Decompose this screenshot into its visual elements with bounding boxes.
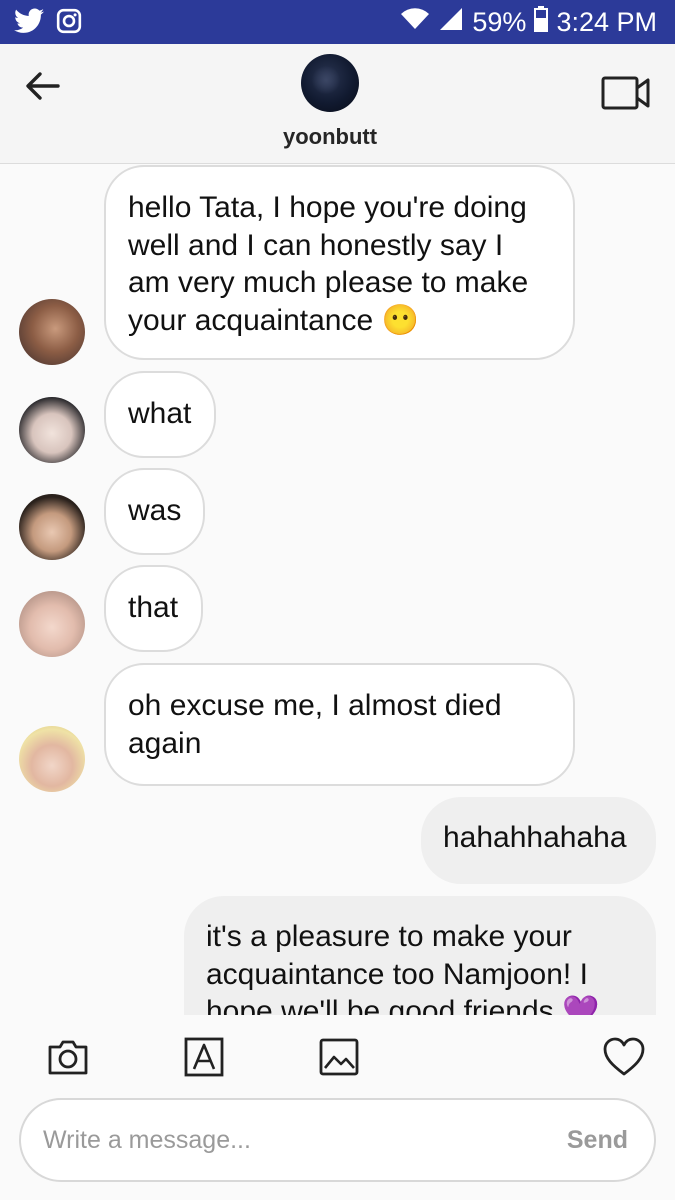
message-text: was [128,494,182,527]
clock: 3:24 PM [556,7,657,37]
back-arrow-icon [26,72,60,100]
message-bubble-incoming[interactable]: what [104,371,216,458]
sender-avatar[interactable] [19,397,85,463]
video-call-button[interactable] [601,74,651,112]
status-bar: 59% 3:24 PM [0,0,675,44]
message-text: it's a pleasure to make your acquaintanc… [206,920,600,1015]
instagram-icon [56,8,82,39]
back-button[interactable] [22,66,62,106]
message-text: that [128,591,179,624]
gallery-button[interactable] [317,1035,361,1079]
message-bubble-incoming[interactable]: that [104,565,203,652]
wifi-icon [400,7,430,38]
username-title[interactable]: yoonbutt [0,124,660,150]
message-composer: Send [19,1098,656,1182]
sender-avatar[interactable] [19,726,85,792]
battery-icon [534,6,549,39]
message-bubble-incoming[interactable]: oh excuse me, I almost died again [104,663,575,786]
message-list[interactable]: hello Tata, I hope you're doing well and… [0,165,675,1015]
send-button[interactable]: Send [567,1126,628,1155]
message-bubble-outgoing[interactable]: it's a pleasure to make your acquaintanc… [184,896,656,1015]
message-text: hahahhahaha [443,821,627,854]
message-text: hello Tata, I hope you're doing well and… [128,191,529,337]
sender-avatar[interactable] [19,591,85,657]
profile-avatar[interactable] [301,54,359,112]
message-text: oh excuse me, I almost died again [128,689,502,760]
text-style-icon [184,1037,224,1077]
composer-toolbar [0,1015,675,1100]
message-input[interactable] [43,1120,523,1160]
message-text: what [128,397,192,430]
message-bubble-incoming[interactable]: hello Tata, I hope you're doing well and… [104,165,575,360]
twitter-icon [14,8,44,39]
like-button[interactable] [602,1035,646,1079]
message-bubble-incoming[interactable]: was [104,468,205,555]
camera-icon [48,1040,88,1075]
text-style-button[interactable] [182,1035,226,1079]
sender-avatar[interactable] [19,494,85,560]
video-call-icon [601,76,650,110]
heart-icon [603,1037,645,1076]
signal-icon [438,6,464,39]
message-bubble-outgoing[interactable]: hahahhahaha [421,797,656,884]
chat-header: yoonbutt [0,44,675,164]
camera-button[interactable] [46,1035,90,1079]
battery-percent: 59% [472,7,527,37]
sender-avatar[interactable] [19,299,85,365]
gallery-icon [319,1038,359,1076]
